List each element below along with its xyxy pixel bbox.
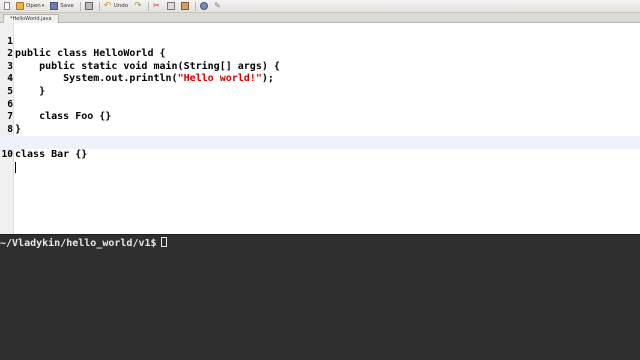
redo-icon: ↷ — [134, 1, 142, 11]
code-line: 7 } — [0, 99, 640, 135]
search-icon — [200, 2, 209, 10]
new-file-icon — [4, 2, 10, 10]
replace-icon: ✎ — [214, 1, 221, 10]
code-area[interactable]: 1 public class HelloWorld { 2 public sta… — [0, 23, 640, 173]
toolbar-separator — [195, 1, 197, 11]
toolbar-separator — [98, 1, 100, 11]
code-line: 2 public static void main(String[] args)… — [0, 36, 640, 72]
code-line: 9 class Bar {} — [0, 124, 640, 160]
find-button[interactable] — [198, 1, 210, 12]
current-code-line: 10 — [0, 136, 640, 173]
paste-button[interactable] — [179, 1, 191, 12]
code-line: 1 public class HelloWorld { — [0, 23, 640, 60]
text-cursor — [15, 161, 16, 173]
toolbar-separator — [79, 1, 81, 11]
undo-button[interactable]: ↶ Undo — [102, 1, 130, 12]
undo-label: Undo — [113, 3, 129, 9]
replace-button[interactable]: ✎ — [212, 1, 224, 12]
code-text — [15, 161, 16, 175]
open-folder-icon — [16, 2, 24, 10]
terminal-prompt-line: ~/Vladykin/hello_world/v1$ — [0, 237, 167, 250]
code-line: 8 — [0, 111, 640, 135]
save-label: Save — [60, 3, 74, 9]
terminal-prompt: ~/Vladykin/hello_world/v1$ — [0, 238, 157, 249]
paste-icon — [181, 2, 190, 10]
code-editor[interactable]: 1 public class HelloWorld { 2 public sta… — [0, 23, 640, 234]
open-button[interactable]: Open ▾ — [14, 1, 46, 12]
toolbar: Open ▾ Save ↶ Undo ↷ ✂ ✎ — [0, 0, 640, 13]
print-button[interactable] — [83, 1, 95, 12]
copy-button[interactable] — [165, 1, 177, 12]
toolbar-separator — [148, 1, 150, 11]
copy-icon — [167, 2, 176, 10]
new-button[interactable] — [2, 1, 12, 12]
save-button[interactable]: Save — [48, 1, 76, 12]
save-icon — [50, 2, 59, 10]
tab-bar: *HelloWorld.java — [0, 13, 640, 23]
code-line: 3 System.out.println("Hello world!"); — [0, 48, 640, 85]
tab-helloworld-java[interactable]: *HelloWorld.java — [3, 14, 59, 23]
line-number: 10 — [1, 148, 13, 160]
redo-button[interactable]: ↷ — [132, 1, 144, 12]
cut-button[interactable]: ✂ — [151, 1, 163, 12]
undo-icon: ↶ — [103, 1, 112, 11]
cut-icon: ✂ — [153, 1, 160, 10]
code-line: 4 } — [0, 61, 640, 97]
print-icon — [84, 2, 93, 10]
open-label: Open — [26, 3, 41, 9]
code-line: 5 — [0, 73, 640, 97]
chevron-down-icon[interactable]: ▾ — [42, 3, 45, 9]
code-line: 6 class Foo {} — [0, 86, 640, 123]
terminal-cursor — [160, 237, 167, 247]
terminal-panel[interactable]: ~/Vladykin/hello_world/v1$ — [0, 234, 640, 360]
